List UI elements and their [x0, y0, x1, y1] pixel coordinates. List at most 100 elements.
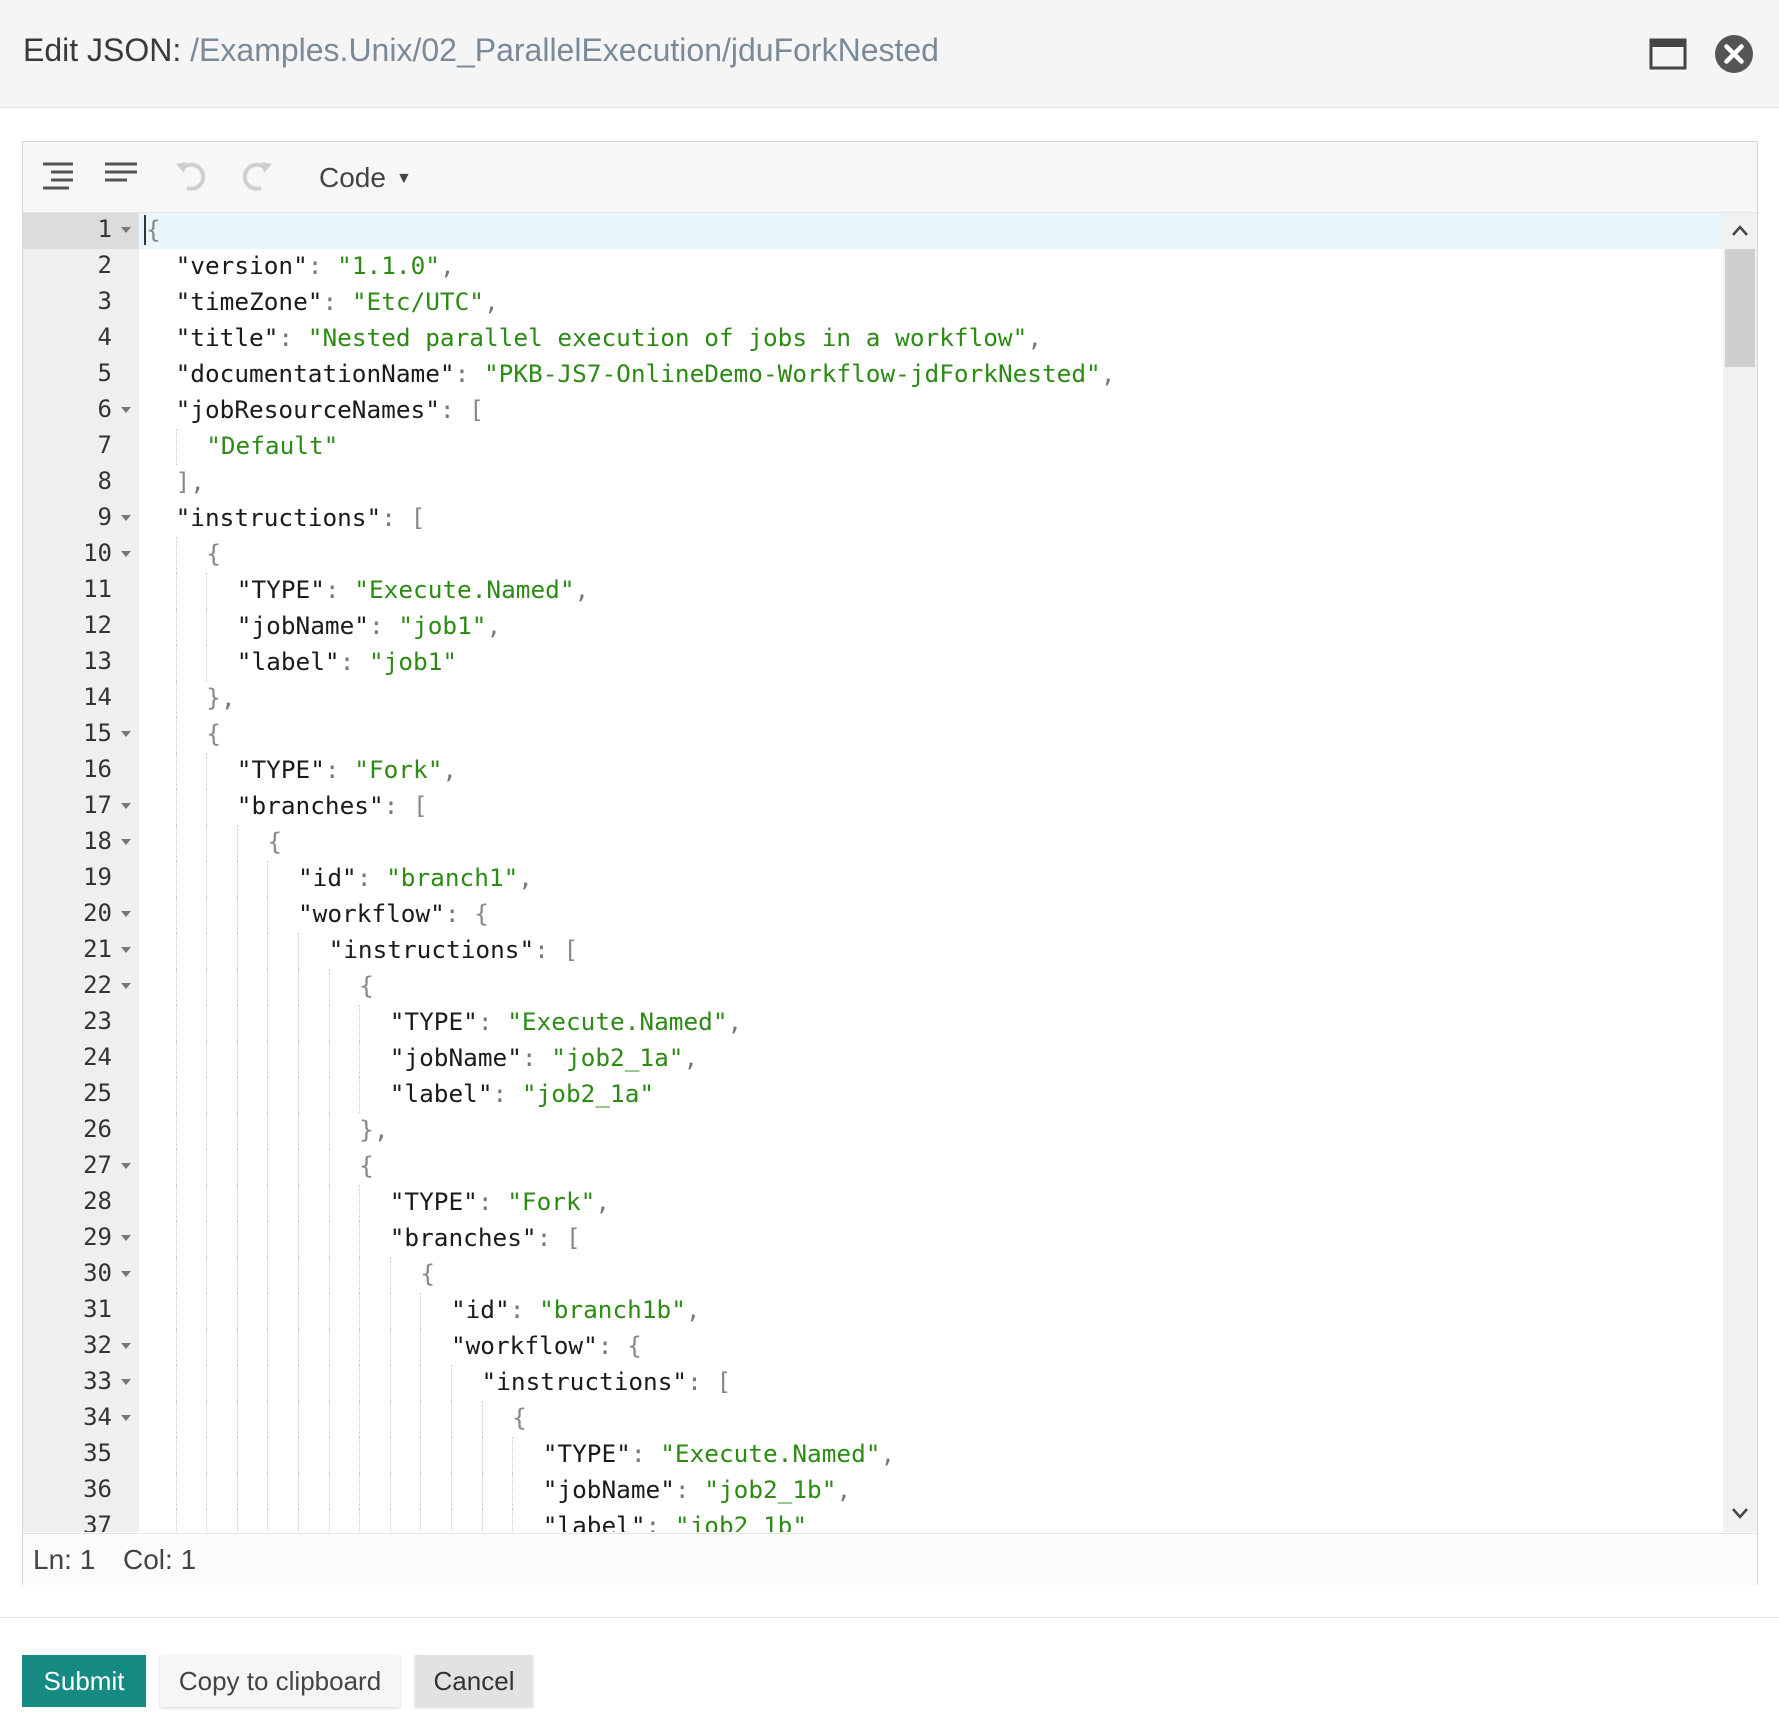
close-button[interactable] [1714, 34, 1754, 74]
fold-arrow-icon[interactable] [121, 1343, 131, 1349]
indent-guide [389, 1365, 421, 1401]
code-line[interactable]: "version": "1.1.0", [139, 249, 1743, 285]
fold-arrow-icon[interactable] [121, 803, 131, 809]
redo-button[interactable] [235, 158, 275, 196]
indent-guide [328, 1329, 360, 1365]
code-line[interactable]: "id": "branch1", [139, 861, 1743, 897]
code-line[interactable]: "label": "job1" [139, 645, 1743, 681]
json-punctuation: : [645, 1511, 675, 1532]
fold-arrow-icon[interactable] [121, 1379, 131, 1385]
fold-arrow-icon[interactable] [121, 983, 131, 989]
code-line[interactable]: "instructions": [ [139, 933, 1743, 969]
indent-guide [389, 1401, 421, 1437]
code-line[interactable]: "jobName": "job1", [139, 609, 1743, 645]
json-string: "1.1.0" [337, 251, 440, 280]
code-line[interactable]: { [139, 213, 1743, 249]
fold-arrow-icon[interactable] [121, 551, 131, 557]
indent-guide [389, 1509, 421, 1532]
indent-guide [145, 789, 176, 825]
code-line[interactable]: "TYPE": "Fork", [139, 1185, 1743, 1221]
copy-to-clipboard-button[interactable]: Copy to clipboard [160, 1655, 400, 1707]
fold-arrow-icon[interactable] [121, 911, 131, 917]
code-line[interactable]: "branches": [ [139, 789, 1743, 825]
code-line[interactable]: }, [139, 1113, 1743, 1149]
code-line[interactable]: { [139, 537, 1743, 573]
fold-arrow-icon[interactable] [121, 947, 131, 953]
fold-arrow-icon[interactable] [121, 1271, 131, 1277]
close-circle-icon [1715, 35, 1753, 73]
indent-guide [389, 1329, 421, 1365]
code-line[interactable]: { [139, 1149, 1743, 1185]
fold-arrow-icon[interactable] [121, 1235, 131, 1241]
json-string: "branch1b" [539, 1295, 686, 1324]
json-string: "Execute.Named" [660, 1439, 881, 1468]
indent-guide [267, 1437, 298, 1473]
line-number: 24 [83, 1043, 112, 1071]
json-punctuation: { [146, 215, 161, 244]
code-line[interactable]: ], [139, 465, 1743, 501]
code-line[interactable]: "label": "job2_1b" [139, 1509, 1743, 1532]
code-line[interactable]: "branches": [ [139, 1221, 1743, 1257]
fold-arrow-icon[interactable] [121, 1415, 131, 1421]
code-lines[interactable]: { "version": "1.1.0", "timeZone": "Etc/UTC… [139, 213, 1743, 1532]
indent-guide [267, 1401, 298, 1437]
code-line[interactable]: "TYPE": "Execute.Named", [139, 573, 1743, 609]
code-line[interactable]: "workflow": { [139, 897, 1743, 933]
fold-arrow-icon[interactable] [121, 227, 131, 233]
code-line[interactable]: "timeZone": "Etc/UTC", [139, 285, 1743, 321]
indent-guide [175, 717, 207, 753]
scrollbar-thumb[interactable] [1725, 249, 1755, 367]
json-punctuation: : [383, 791, 414, 820]
code-line[interactable]: "TYPE": "Execute.Named", [139, 1437, 1743, 1473]
indent-guide [175, 573, 207, 609]
code-area[interactable]: 1 2 3 4 5 6 7 8 9 10 11 12 13 14 15 16 17 18 19 20 21 22 23 24 2… [23, 213, 1757, 1532]
code-line[interactable]: }, [139, 681, 1743, 717]
vertical-scrollbar[interactable] [1723, 213, 1757, 1532]
code-line[interactable]: "TYPE": "Execute.Named", [139, 1005, 1743, 1041]
compact-button[interactable] [101, 158, 141, 196]
json-string: "job2_1b" [704, 1475, 837, 1504]
json-punctuation: { [420, 1259, 436, 1288]
fold-arrow-icon[interactable] [121, 515, 131, 521]
undo-button[interactable] [173, 158, 213, 196]
code-line[interactable]: "title": "Nested parallel execution of j… [139, 321, 1743, 357]
indent-guide [175, 1293, 207, 1329]
fold-arrow-icon[interactable] [121, 731, 131, 737]
code-line[interactable]: "instructions": [ [139, 501, 1743, 537]
gutter-row: 6 [23, 393, 139, 429]
code-line[interactable]: "workflow": { [139, 1329, 1743, 1365]
json-punctuation: : [687, 1367, 717, 1396]
mode-select[interactable]: Code ▼ [319, 162, 412, 194]
code-line[interactable]: "label": "job2_1a" [139, 1077, 1743, 1113]
maximize-button[interactable] [1648, 34, 1688, 74]
code-line[interactable]: "id": "branch1b", [139, 1293, 1743, 1329]
code-line[interactable]: "instructions": [ [139, 1365, 1743, 1401]
indent-guide [206, 1365, 237, 1401]
code-line[interactable]: "Default" [139, 429, 1743, 465]
code-line[interactable]: { [139, 1401, 1743, 1437]
code-line[interactable]: "jobName": "job2_1a", [139, 1041, 1743, 1077]
code-line[interactable]: { [139, 717, 1743, 753]
fold-arrow-icon[interactable] [121, 839, 131, 845]
scroll-down-icon[interactable] [1730, 1503, 1750, 1523]
format-button[interactable] [39, 158, 79, 196]
code-line[interactable]: "documentationName": "PKB-JS7-OnlineDemo… [139, 357, 1743, 393]
indent-guide [206, 1185, 237, 1221]
indent-guide [206, 573, 237, 609]
code-line[interactable]: "jobName": "job2_1b", [139, 1473, 1743, 1509]
submit-button[interactable]: Submit [22, 1655, 146, 1707]
indent-guide [236, 825, 268, 861]
scroll-up-icon[interactable] [1730, 221, 1750, 241]
fold-arrow-icon[interactable] [121, 1163, 131, 1169]
indent-guide [145, 1329, 176, 1365]
cancel-button[interactable]: Cancel [415, 1655, 533, 1707]
code-line[interactable]: { [139, 969, 1743, 1005]
code-line[interactable]: "TYPE": "Fork", [139, 753, 1743, 789]
code-line[interactable]: { [139, 825, 1743, 861]
indent-guide [267, 933, 298, 969]
code-line[interactable]: { [139, 1257, 1743, 1293]
fold-arrow-icon[interactable] [121, 407, 131, 413]
indent-guide [175, 429, 207, 465]
code-line[interactable]: "jobResourceNames": [ [139, 393, 1743, 429]
indent-guide [267, 1509, 298, 1532]
